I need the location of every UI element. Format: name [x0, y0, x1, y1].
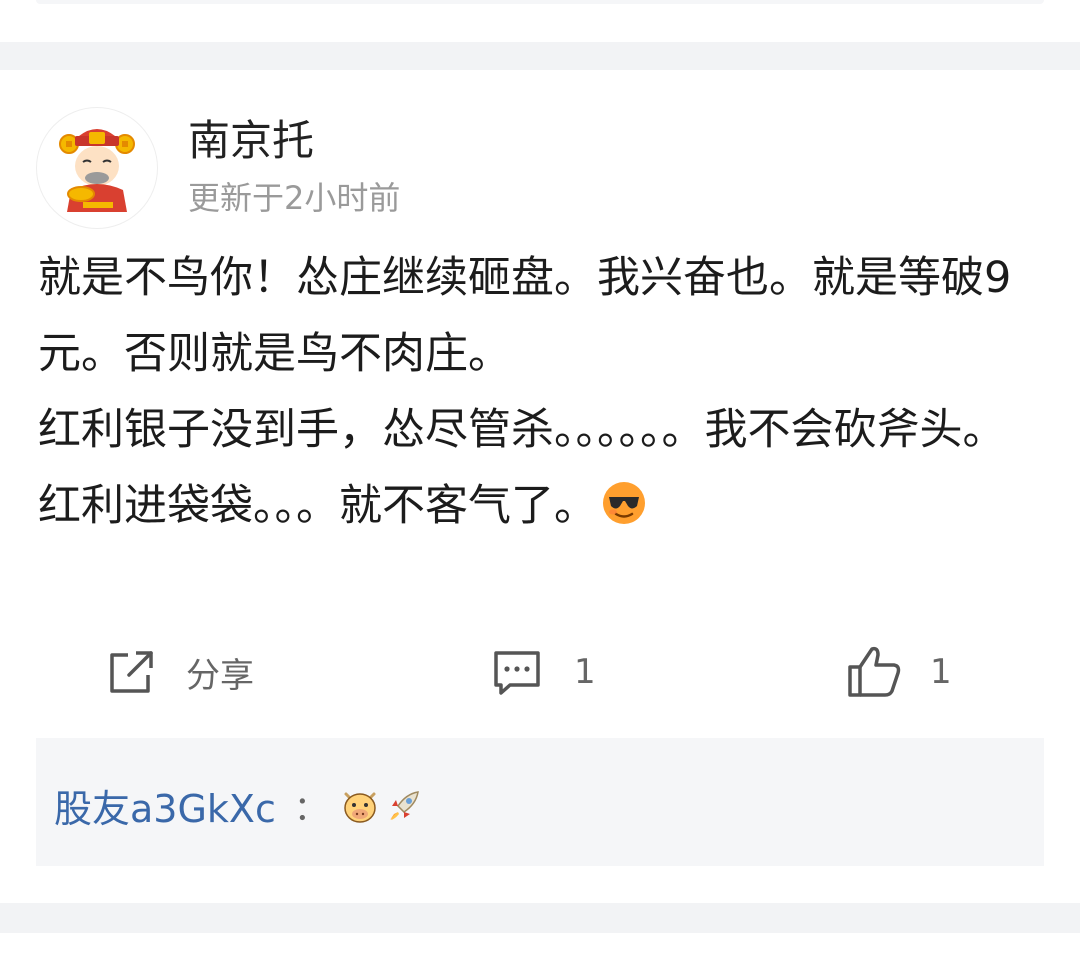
- like-count: 1: [930, 652, 952, 692]
- thumbs-up-icon: [848, 646, 901, 697]
- author-name[interactable]: 南京托: [188, 113, 314, 169]
- comment-button[interactable]: 1: [490, 642, 596, 702]
- previous-card-edge: [36, 0, 1044, 4]
- cow-emoji-icon: [344, 792, 376, 823]
- card-separator: [0, 42, 1080, 70]
- reply-separator: ：: [293, 789, 328, 829]
- fortune-god-icon: [59, 129, 135, 212]
- reply-username[interactable]: 股友a3GkXc: [54, 778, 276, 833]
- like-button[interactable]: 1: [846, 642, 952, 702]
- avatar[interactable]: [36, 107, 158, 229]
- share-label: 分享: [186, 655, 254, 696]
- content-paragraph-with-emoji: 红利银子没到手，怂尽管杀。。。。。。我不会砍斧头。红利进袋袋。。。就不客气了。: [38, 392, 1043, 544]
- post-content[interactable]: 就是不鸟你！怂庄继续砸盘。我兴奋也。就是等破9元。否则就是鸟不肉庄。 红利银子没…: [38, 240, 1043, 544]
- share-icon: [110, 651, 153, 693]
- sunglasses-emoji-icon: [603, 482, 645, 524]
- rocket-emoji-icon: [389, 790, 419, 820]
- comment-count: 1: [574, 652, 596, 692]
- share-button[interactable]: 分享: [106, 642, 254, 702]
- card-separator: [0, 903, 1080, 933]
- content-paragraph: 红利银子没到手，怂尽管杀。。。。。。我不会砍斧头。红利进袋袋。。。就不客气了。: [38, 405, 1006, 531]
- reply-preview[interactable]: 股友a3GkXc ：: [36, 738, 1044, 866]
- reply-item: 股友a3GkXc ：: [54, 778, 428, 833]
- content-paragraph: 就是不鸟你！怂庄继续砸盘。我兴奋也。就是等破9元。否则就是鸟不肉庄。: [38, 253, 1012, 379]
- comment-icon: [494, 651, 540, 695]
- post-time: 更新于2小时前: [188, 179, 401, 217]
